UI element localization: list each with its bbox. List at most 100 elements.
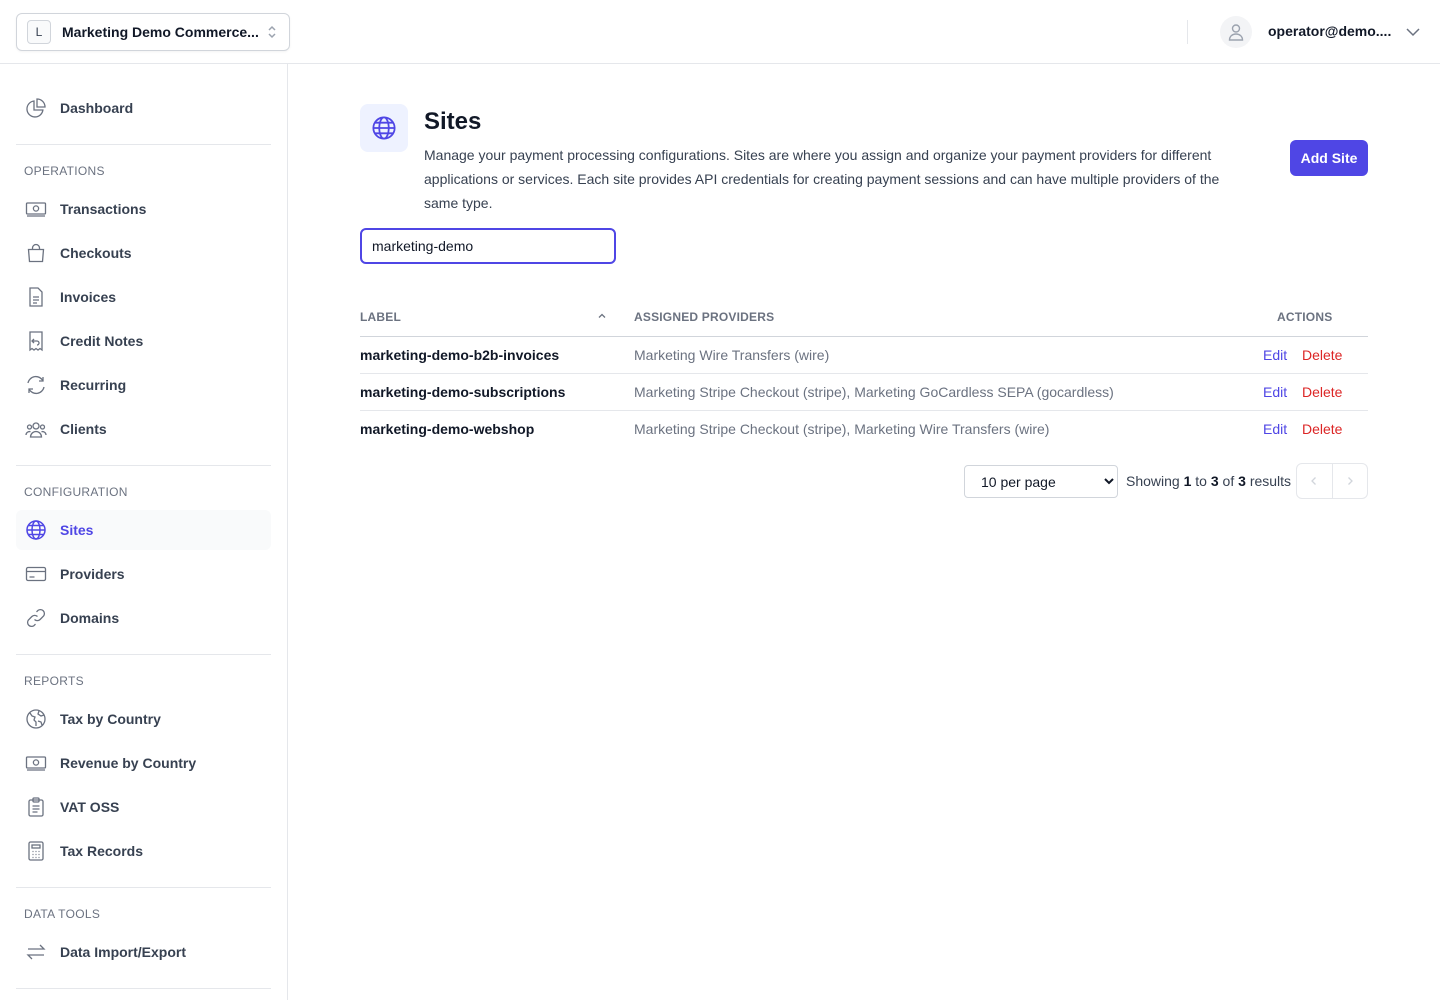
column-header-label[interactable]: LABEL <box>360 310 401 324</box>
sidebar-item-tax-by-country[interactable]: Tax by Country <box>16 699 271 739</box>
banknote-icon <box>24 751 48 775</box>
sidebar-item-label: Credit Notes <box>60 333 144 349</box>
pie-chart-icon <box>24 96 48 120</box>
clipboard-icon <box>24 795 48 819</box>
column-header-actions: ACTIONS <box>1277 310 1333 324</box>
site-providers: Marketing Stripe Checkout (stripe), Mark… <box>634 384 1114 400</box>
sidebar-item-label: VAT OSS <box>60 799 120 815</box>
page-description: Manage your payment processing configura… <box>424 147 1220 211</box>
table-row: marketing-demo-webshop Marketing Stripe … <box>360 411 1368 448</box>
section-divider <box>16 887 271 888</box>
sidebar-item-label: Sites <box>60 522 94 538</box>
sidebar-item-label: Data Import/Export <box>60 944 187 960</box>
organization-switcher[interactable]: L Marketing Demo Commerce... <box>16 13 290 51</box>
delete-link[interactable]: Delete <box>1302 384 1342 400</box>
globe-americas-icon <box>24 707 48 731</box>
topbar-divider <box>1187 20 1188 44</box>
chevron-left-icon <box>1311 477 1317 485</box>
section-divider <box>16 988 271 989</box>
sidebar-item-label: Dashboard <box>60 100 134 116</box>
sidebar-item-sites[interactable]: Sites <box>16 510 271 550</box>
user-icon <box>1228 24 1244 41</box>
add-site-button[interactable]: Add Site <box>1290 140 1368 176</box>
results-summary: Showing 1 to 3 of 3 results <box>1126 473 1291 489</box>
sidebar-item-label: Tax Records <box>60 843 143 859</box>
next-page-button[interactable] <box>1331 464 1367 498</box>
shopping-bag-icon <box>24 241 48 265</box>
chevron-right-icon <box>1348 477 1353 485</box>
section-divider <box>16 465 271 466</box>
org-avatar: L <box>27 20 51 44</box>
sidebar-item-revenue-by-country[interactable]: Revenue by Country <box>16 743 271 783</box>
top-bar: L Marketing Demo Commerce... operator@de… <box>0 0 1440 64</box>
sidebar-item-label: Recurring <box>60 377 127 393</box>
sidebar-item-label: Tax by Country <box>60 711 161 727</box>
chevron-down-icon[interactable] <box>1404 24 1422 40</box>
results-from: 1 <box>1183 473 1192 489</box>
section-title-reports: REPORTS <box>24 674 84 688</box>
receipt-refund-icon <box>24 329 48 353</box>
column-header-providers: ASSIGNED PROVIDERS <box>634 310 775 324</box>
sidebar-item-domains[interactable]: Domains <box>16 598 271 638</box>
pagination-controls <box>1296 463 1368 499</box>
banknote-icon <box>24 197 48 221</box>
results-of-word: of <box>1222 473 1235 489</box>
sidebar-item-checkouts[interactable]: Checkouts <box>16 233 271 273</box>
table-header: LABEL ASSIGNED PROVIDERS ACTIONS <box>360 300 1368 337</box>
page-title: Sites <box>424 108 482 135</box>
edit-link[interactable]: Edit <box>1263 384 1287 400</box>
table-row: marketing-demo-subscriptions Marketing S… <box>360 374 1368 411</box>
sidebar-item-clients[interactable]: Clients <box>16 409 271 449</box>
search-input[interactable] <box>360 228 616 264</box>
results-prefix: Showing <box>1126 473 1180 489</box>
section-title-operations: OPERATIONS <box>24 164 105 178</box>
credit-card-icon <box>24 562 48 586</box>
org-name: Marketing Demo Commerce... <box>62 24 259 40</box>
sort-ascending-icon[interactable] <box>596 310 608 322</box>
sidebar-item-transactions[interactable]: Transactions <box>16 189 271 229</box>
arrows-right-left-icon <box>24 940 48 964</box>
user-email[interactable]: operator@demo.... <box>1268 23 1393 39</box>
sidebar-item-label: Revenue by Country <box>60 755 197 771</box>
document-icon <box>24 285 48 309</box>
sidebar-item-tax-records[interactable]: Tax Records <box>16 831 271 871</box>
globe-icon <box>372 116 396 140</box>
site-providers: Marketing Wire Transfers (wire) <box>634 347 830 363</box>
delete-link[interactable]: Delete <box>1302 421 1342 437</box>
sidebar-item-data-import-export[interactable]: Data Import/Export <box>16 932 271 972</box>
site-label: marketing-demo-b2b-invoices <box>360 347 560 363</box>
results-suffix: results <box>1249 473 1292 489</box>
site-label: marketing-demo-subscriptions <box>360 384 566 400</box>
sidebar-item-dashboard[interactable]: Dashboard <box>16 88 271 128</box>
previous-page-button[interactable] <box>1297 464 1332 498</box>
link-icon <box>24 606 48 630</box>
sidebar: Dashboard OPERATIONS Transactions Checko… <box>0 64 288 1000</box>
sidebar-item-label: Checkouts <box>60 245 132 261</box>
edit-link[interactable]: Edit <box>1263 347 1287 363</box>
site-providers: Marketing Stripe Checkout (stripe), Mark… <box>634 421 1050 437</box>
delete-link[interactable]: Delete <box>1302 347 1342 363</box>
results-to: 3 <box>1210 473 1219 489</box>
section-title-configuration: CONFIGURATION <box>24 485 128 499</box>
sidebar-item-providers[interactable]: Providers <box>16 554 271 594</box>
results-to-word: to <box>1195 473 1207 489</box>
results-total: 3 <box>1238 473 1246 489</box>
per-page-select[interactable]: 10 per page <box>964 465 1118 498</box>
page-icon <box>360 104 408 152</box>
sidebar-item-vat-oss[interactable]: VAT OSS <box>16 787 271 827</box>
section-title-data-tools: DATA TOOLS <box>24 907 101 921</box>
sidebar-item-recurring[interactable]: Recurring <box>16 365 271 405</box>
chevron-up-down-icon <box>268 25 276 39</box>
sidebar-item-invoices[interactable]: Invoices <box>16 277 271 317</box>
calculator-icon <box>24 839 48 863</box>
site-label: marketing-demo-webshop <box>360 421 535 437</box>
section-divider <box>16 144 271 145</box>
users-icon <box>24 417 48 441</box>
sidebar-item-label: Clients <box>60 421 107 437</box>
table-row: marketing-demo-b2b-invoices Marketing Wi… <box>360 337 1368 374</box>
sidebar-item-label: Invoices <box>60 289 117 305</box>
refresh-icon <box>24 373 48 397</box>
user-avatar[interactable] <box>1220 16 1252 48</box>
edit-link[interactable]: Edit <box>1263 421 1287 437</box>
sidebar-item-credit-notes[interactable]: Credit Notes <box>16 321 271 361</box>
